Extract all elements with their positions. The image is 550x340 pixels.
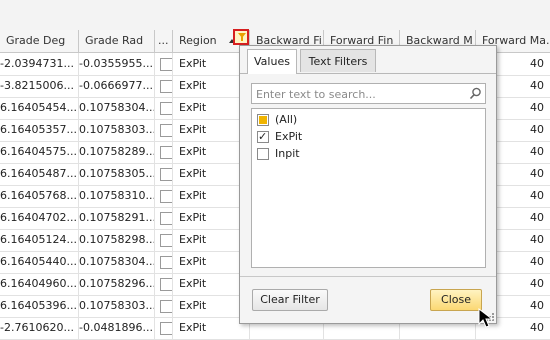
cell-select <box>155 207 173 229</box>
mouse-cursor-icon <box>478 308 494 328</box>
cell-select <box>155 229 173 251</box>
cell-grade-deg: 6.16405487... <box>0 163 79 185</box>
cell-grade-rad: -0.0666977... <box>79 75 155 97</box>
cell-grade-rad: 0.10758305... <box>79 163 155 185</box>
cell-grade-rad: 0.10758310... <box>79 185 155 207</box>
filter-item-all-checkbox[interactable] <box>257 114 269 126</box>
search-input[interactable] <box>252 84 470 105</box>
cell-grade-deg: 6.16405357... <box>0 119 79 141</box>
filter-item-expit-label: ExPit <box>275 130 303 143</box>
cell-grade-deg: 6.16405440... <box>0 251 79 273</box>
cell-select <box>155 53 173 75</box>
cell-grade-deg: 6.16405124... <box>0 229 79 251</box>
cell-select <box>155 75 173 97</box>
filter-values-list: (All) ExPit Inpit <box>251 108 486 268</box>
cell-grade-rad: 0.10758304... <box>79 97 155 119</box>
filter-funnel-stem <box>241 37 243 41</box>
cell-grade-rad: 0.10758304... <box>79 251 155 273</box>
row-checkbox[interactable] <box>160 300 172 313</box>
cell-grade-deg: 6.16405768... <box>0 185 79 207</box>
close-button[interactable]: Close <box>430 289 482 311</box>
column-header-grade-rad[interactable]: Grade Rad <box>79 30 155 52</box>
cell-select <box>155 185 173 207</box>
cell-grade-rad: 0.10758296... <box>79 273 155 295</box>
popup-divider <box>240 276 496 277</box>
cell-grade-rad: 0.10758303... <box>79 295 155 317</box>
row-checkbox[interactable] <box>160 190 172 203</box>
cell-select <box>155 119 173 141</box>
column-header-grade-deg[interactable]: Grade Deg <box>0 30 79 52</box>
filter-tab-bar: Values Text Filters <box>240 46 496 74</box>
cell-grade-rad: 0.10758298... <box>79 229 155 251</box>
cell-grade-deg: -2.0394731... <box>0 53 79 75</box>
filter-item-inpit-label: Inpit <box>275 147 300 160</box>
filter-item-all-label: (All) <box>275 113 298 126</box>
row-checkbox[interactable] <box>160 102 172 115</box>
row-checkbox[interactable] <box>160 124 172 137</box>
column-header-select[interactable]: ... <box>155 30 173 52</box>
row-checkbox[interactable] <box>160 234 172 247</box>
cell-select <box>155 163 173 185</box>
filter-popup: Values Text Filters (All) ExPit Inpit Cl… <box>239 45 497 324</box>
filter-item-expit-checkbox[interactable] <box>257 128 269 145</box>
cell-grade-rad: -0.0355955... <box>79 53 155 75</box>
grid-top-bar <box>0 0 550 31</box>
row-checkbox[interactable] <box>160 168 172 181</box>
filter-item-all[interactable]: (All) <box>257 111 297 128</box>
column-header-region-label: Region <box>179 34 217 47</box>
tab-text-filters[interactable]: Text Filters <box>300 49 376 72</box>
row-checkbox[interactable] <box>160 212 172 225</box>
magnifier-icon[interactable] <box>469 87 482 100</box>
row-checkbox[interactable] <box>160 80 172 93</box>
filter-funnel-icon[interactable] <box>233 29 249 45</box>
filter-item-inpit[interactable]: Inpit <box>257 145 300 162</box>
cell-select <box>155 251 173 273</box>
cell-grade-rad: 0.10758289... <box>79 141 155 163</box>
filter-item-expit[interactable]: ExPit <box>257 128 302 145</box>
clear-filter-button[interactable]: Clear Filter <box>252 289 328 311</box>
cell-grade-deg: -3.8215006... <box>0 75 79 97</box>
cell-select <box>155 141 173 163</box>
tab-values[interactable]: Values <box>247 49 297 74</box>
cell-select <box>155 273 173 295</box>
row-checkbox[interactable] <box>160 58 172 71</box>
row-checkbox[interactable] <box>160 146 172 159</box>
cell-select <box>155 97 173 119</box>
cell-select <box>155 295 173 317</box>
row-checkbox[interactable] <box>160 278 172 291</box>
cell-grade-rad: 0.10758303... <box>79 119 155 141</box>
cell-grade-deg: 6.16405454... <box>0 97 79 119</box>
cell-grade-deg: 6.16404575... <box>0 141 79 163</box>
search-box <box>251 83 486 105</box>
cell-select <box>155 317 173 339</box>
cell-grade-deg: -2.7610620... <box>0 317 79 339</box>
cell-grade-deg: 6.16405396... <box>0 295 79 317</box>
cell-grade-rad: -0.0481896... <box>79 317 155 339</box>
row-checkbox[interactable] <box>160 256 172 269</box>
cell-grade-deg: 6.16404702... <box>0 207 79 229</box>
row-checkbox[interactable] <box>160 322 172 335</box>
cell-grade-rad: 0.10758291... <box>79 207 155 229</box>
cell-grade-deg: 6.16404960... <box>0 273 79 295</box>
filter-item-inpit-checkbox[interactable] <box>257 148 269 160</box>
